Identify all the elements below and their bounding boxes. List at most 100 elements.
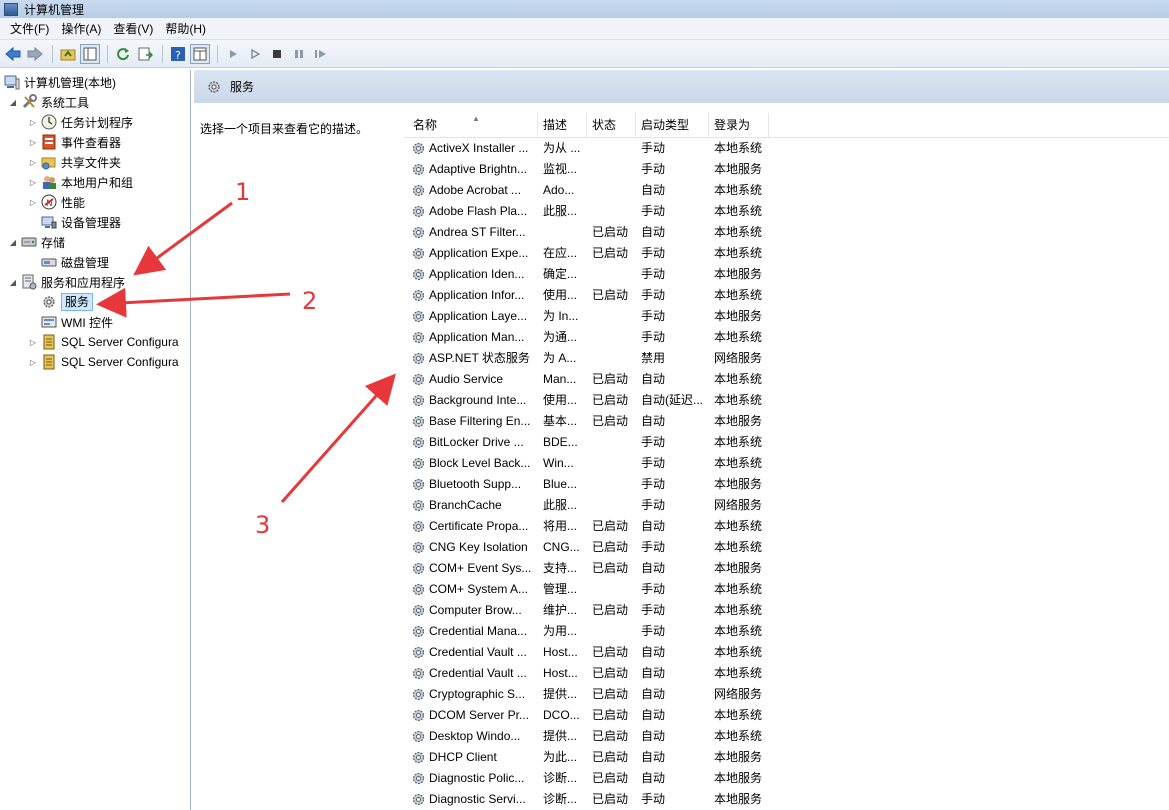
table-row[interactable]: Cryptographic S... 提供... 已启动 自动 网络服务 — [404, 684, 1169, 705]
collapsed-arrow-icon[interactable]: ▷ — [28, 118, 38, 127]
collapsed-arrow-icon[interactable]: ▷ — [28, 138, 38, 147]
table-row[interactable]: Audio Service Man... 已启动 自动 本地系统 — [404, 369, 1169, 390]
service-description: 诊断... — [543, 771, 578, 785]
column-name[interactable]: ▲ 名称 — [408, 113, 538, 137]
table-row[interactable]: Adaptive Brightn... 监视... 手动 本地服务 — [404, 159, 1169, 180]
service-name: Application Man... — [429, 330, 525, 344]
menu-help[interactable]: 帮助(H) — [159, 18, 212, 40]
table-row[interactable]: COM+ Event Sys... 支持... 已启动 自动 本地服务 — [404, 558, 1169, 579]
service-startup-type: 手动 — [641, 204, 666, 218]
forward-icon[interactable] — [25, 44, 45, 64]
export-list-icon[interactable] — [135, 44, 155, 64]
tree-item-shared-folders[interactable]: ▷ 共享文件夹 — [28, 152, 121, 172]
expanded-arrow-icon[interactable]: ◢ — [8, 238, 18, 247]
table-row[interactable]: Credential Vault ... Host... 已启动 自动 本地系统 — [404, 663, 1169, 684]
table-row[interactable]: Computer Brow... 维护... 已启动 手动 本地系统 — [404, 600, 1169, 621]
table-row[interactable]: Application Laye... 为 In... 手动 本地服务 — [404, 306, 1169, 327]
service-startup-type: 自动 — [641, 708, 666, 722]
collapsed-arrow-icon[interactable]: ▷ — [28, 198, 38, 207]
tree-label-shared-folders: 共享文件夹 — [61, 155, 122, 170]
table-row[interactable]: ActiveX Installer ... 为从 ... 手动 本地系统 — [404, 138, 1169, 159]
service-description: 使用... — [543, 393, 578, 407]
tree-item-performance[interactable]: ▷ N 性能 — [28, 192, 85, 212]
table-row[interactable]: Credential Vault ... Host... 已启动 自动 本地系统 — [404, 642, 1169, 663]
table-row[interactable]: Application Expe... 在应... 已启动 手动 本地系统 — [404, 243, 1169, 264]
service-startup-type: 手动 — [641, 498, 666, 512]
table-row[interactable]: Credential Mana... 为用... 手动 本地系统 — [404, 621, 1169, 642]
menu-action[interactable]: 操作(A) — [55, 18, 107, 40]
table-row[interactable]: Andrea ST Filter... 已启动 自动 本地系统 — [404, 222, 1169, 243]
menu-view[interactable]: 查看(V) — [107, 18, 159, 40]
table-row[interactable]: Application Man... 为通... 手动 本地系统 — [404, 327, 1169, 348]
tree-item-services-apps[interactable]: ◢ 服务和应用程序 — [8, 272, 125, 292]
table-row[interactable]: Application Infor... 使用... 已启动 手动 本地系统 — [404, 285, 1169, 306]
up-folder-icon[interactable] — [58, 44, 78, 64]
table-row[interactable]: Certificate Propa... 将用... 已启动 自动 本地系统 — [404, 516, 1169, 537]
tree-item-sql-config-2[interactable]: ▷ SQL Server Configura — [28, 352, 179, 372]
show-hide-tree-icon[interactable] — [80, 43, 100, 64]
restart-icon[interactable] — [311, 44, 331, 64]
table-row[interactable]: CNG Key Isolation CNG... 已启动 手动 本地系统 — [404, 537, 1169, 558]
column-startup[interactable]: 启动类型 — [636, 113, 709, 137]
column-status[interactable]: 状态 — [587, 113, 636, 137]
service-name: Computer Brow... — [429, 603, 522, 617]
tree-item-storage[interactable]: ◢ 存储 — [8, 232, 65, 252]
table-row[interactable]: Desktop Windo... 提供... 已启动 自动 本地系统 — [404, 726, 1169, 747]
play-alt-icon[interactable] — [245, 44, 265, 64]
service-startup-type: 自动(延迟... — [641, 393, 703, 407]
menu-file[interactable]: 文件(F) — [4, 18, 55, 40]
panel-header: 服务 — [194, 70, 1169, 103]
column-logon[interactable]: 登录为 — [709, 113, 769, 137]
service-gear-icon — [411, 309, 426, 324]
collapsed-arrow-icon[interactable]: ▷ — [28, 358, 38, 367]
tree-item-task-scheduler[interactable]: ▷ 任务计划程序 — [28, 112, 133, 132]
tree-item-sql-config-1[interactable]: ▷ SQL Server Configura — [28, 332, 179, 352]
service-logon-as: 本地系统 — [714, 729, 763, 743]
tree-item-system-tools[interactable]: ◢ 系统工具 — [8, 92, 89, 112]
table-row[interactable]: Bluetooth Supp... Blue... 手动 本地服务 — [404, 474, 1169, 495]
expanded-arrow-icon[interactable]: ◢ — [8, 278, 18, 287]
refresh-icon[interactable] — [113, 44, 133, 64]
back-icon[interactable] — [3, 44, 23, 64]
tree-item-wmi[interactable]: WMI 控件 — [41, 312, 113, 332]
tree-item-root[interactable]: 计算机管理(本地) — [4, 72, 116, 92]
table-row[interactable]: ASP.NET 状态服务为 A... 禁用 网络服务 — [404, 348, 1169, 369]
service-description: 为此... — [543, 750, 578, 764]
pause-icon[interactable] — [289, 44, 309, 64]
table-row[interactable]: Block Level Back... Win... 手动 本地系统 — [404, 453, 1169, 474]
tree-item-device-manager[interactable]: 设备管理器 — [41, 212, 121, 232]
table-row[interactable]: DCOM Server Pr... DCO... 已启动 自动 本地系统 — [404, 705, 1169, 726]
play-icon[interactable] — [223, 44, 243, 64]
table-row[interactable]: BitLocker Drive ... BDE... 手动 本地系统 — [404, 432, 1169, 453]
tree-item-event-viewer[interactable]: ▷ 事件查看器 — [28, 132, 121, 152]
collapsed-arrow-icon[interactable]: ▷ — [28, 158, 38, 167]
stop-icon[interactable] — [267, 44, 287, 64]
tree-item-disk-management[interactable]: 磁盘管理 — [41, 252, 109, 272]
table-row[interactable]: DHCP Client 为此... 已启动 自动 本地服务 — [404, 747, 1169, 768]
toolbar-separator — [52, 44, 53, 63]
service-gear-icon — [411, 687, 426, 702]
table-row[interactable]: Background Inte... 使用... 已启动 自动(延迟... 本地系统 — [404, 390, 1169, 411]
help-icon[interactable]: ? — [168, 44, 188, 64]
table-row[interactable]: COM+ System A... 管理... 手动 本地系统 — [404, 579, 1169, 600]
properties-icon[interactable] — [190, 43, 210, 64]
service-description: 此服... — [543, 204, 578, 218]
tree-item-services[interactable]: 服务 — [41, 292, 94, 312]
collapsed-arrow-icon[interactable]: ▷ — [28, 178, 38, 187]
table-row[interactable]: Adobe Acrobat ... Ado... 自动 本地系统 — [404, 180, 1169, 201]
table-row[interactable]: Diagnostic Polic... 诊断... 已启动 自动 本地服务 — [404, 768, 1169, 789]
service-description: Win... — [543, 456, 574, 470]
table-row[interactable]: Adobe Flash Pla... 此服... 手动 本地系统 — [404, 201, 1169, 222]
table-row[interactable]: Base Filtering En... 基本... 已启动 自动 本地服务 — [404, 411, 1169, 432]
expanded-arrow-icon[interactable]: ◢ — [8, 98, 18, 107]
collapsed-arrow-icon[interactable]: ▷ — [28, 338, 38, 347]
service-startup-type: 手动 — [641, 246, 666, 260]
tree-label-task-scheduler: 任务计划程序 — [61, 115, 134, 130]
service-logon-as: 本地系统 — [714, 330, 763, 344]
gear-icon — [206, 79, 222, 95]
table-row[interactable]: Application Iden... 确定... 手动 本地服务 — [404, 264, 1169, 285]
column-desc[interactable]: 描述 — [538, 113, 587, 137]
table-row[interactable]: Diagnostic Servi... 诊断... 已启动 手动 本地服务 — [404, 789, 1169, 810]
table-row[interactable]: BranchCache 此服... 手动 网络服务 — [404, 495, 1169, 516]
tree-item-local-users[interactable]: ▷ 本地用户和组 — [28, 172, 133, 192]
